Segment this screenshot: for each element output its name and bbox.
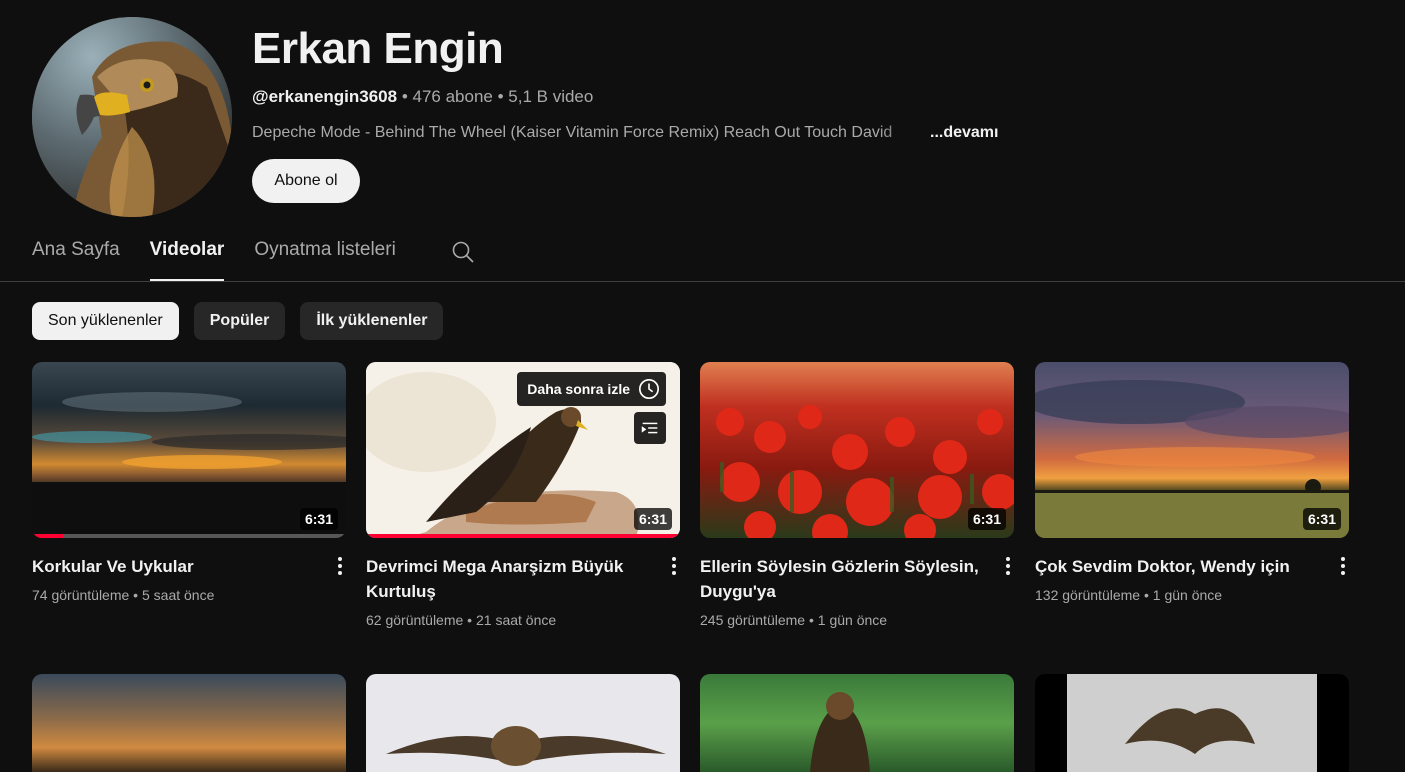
video-stats: 62 görüntüleme • 21 saat önce xyxy=(366,612,556,628)
chip-latest[interactable]: Son yüklenenler xyxy=(32,302,179,340)
video-count: 5,1 B video xyxy=(508,87,594,106)
clock-icon xyxy=(639,379,659,399)
video-thumbnail[interactable]: 6:31 xyxy=(32,362,346,538)
chip-popular[interactable]: Popüler xyxy=(193,302,286,340)
video-card[interactable]: 6:31 Ellerin Söylesin Gözlerin Söylesin,… xyxy=(700,362,1014,628)
more-options-icon[interactable] xyxy=(1337,554,1349,578)
video-thumbnail[interactable] xyxy=(1035,674,1349,772)
search-icon[interactable] xyxy=(451,240,475,264)
view-count: 245 görüntüleme xyxy=(700,612,806,628)
eagle-avatar-image xyxy=(32,17,232,217)
channel-description[interactable]: Depeche Mode - Behind The Wheel (Kaiser … xyxy=(252,124,932,142)
stats-separator: • xyxy=(1140,587,1153,603)
upload-age: 5 saat önce xyxy=(141,587,215,603)
watch-later-label: Daha sonra izle xyxy=(527,381,630,397)
video-card[interactable]: 6:31 Çok Sevdim Doktor, Wendy için 132 g… xyxy=(1035,362,1349,603)
video-thumbnail[interactable] xyxy=(32,674,346,772)
tab-playlists[interactable]: Oynatma listeleri xyxy=(254,239,396,281)
video-thumbnail[interactable]: 6:31 xyxy=(1035,362,1349,538)
upload-age: 1 gün önce xyxy=(1152,587,1223,603)
video-title[interactable]: Çok Sevdim Doktor, Wendy için xyxy=(1035,554,1315,579)
video-duration: 6:31 xyxy=(633,508,672,530)
view-count: 62 görüntüleme xyxy=(366,612,464,628)
video-title[interactable]: Korkular Ve Uykular xyxy=(32,554,312,579)
channel-name: Erkan Engin xyxy=(252,24,504,73)
meta-separator: • xyxy=(492,87,509,106)
view-count: 132 görüntüleme xyxy=(1035,587,1141,603)
watch-later-button[interactable]: Daha sonra izle xyxy=(517,372,666,406)
tab-videos[interactable]: Videolar xyxy=(149,239,224,281)
add-to-queue-icon[interactable] xyxy=(634,412,666,444)
video-thumbnail[interactable]: 6:31 xyxy=(700,362,1014,538)
video-card[interactable]: 6:31 Korkular Ve Uykular 74 görüntüleme … xyxy=(32,362,346,603)
upload-age: 21 saat önce xyxy=(475,612,557,628)
watch-progress xyxy=(366,534,680,538)
video-duration: 6:31 xyxy=(1302,508,1341,530)
video-card[interactable]: 6:31 Daha sonra izle Devrimci Mega Anarş… xyxy=(366,362,680,628)
channel-avatar xyxy=(32,17,232,217)
video-thumbnail[interactable] xyxy=(366,674,680,772)
video-title[interactable]: Ellerin Söylesin Gözlerin Söylesin, Duyg… xyxy=(700,554,980,604)
upload-age: 1 gün önce xyxy=(817,612,888,628)
meta-separator: • xyxy=(397,87,413,106)
more-options-icon[interactable] xyxy=(1002,554,1014,578)
more-options-icon[interactable] xyxy=(668,554,680,578)
view-count: 74 görüntüleme xyxy=(32,587,130,603)
subscriber-count: 476 abone xyxy=(412,87,493,106)
tab-home[interactable]: Ana Sayfa xyxy=(32,239,120,281)
description-more-link[interactable]: ...devamı xyxy=(930,124,998,142)
video-thumbnail[interactable]: 6:31 Daha sonra izle xyxy=(366,362,680,538)
watch-progress-fill xyxy=(32,534,64,538)
stats-separator: • xyxy=(805,612,818,628)
more-options-icon[interactable] xyxy=(334,554,346,578)
video-stats: 132 görüntüleme • 1 gün önce xyxy=(1035,587,1222,603)
stats-separator: • xyxy=(129,587,142,603)
watch-progress-fill xyxy=(366,534,680,538)
video-title[interactable]: Devrimci Mega Anarşizm Büyük Kurtuluş xyxy=(366,554,646,604)
tabs-divider xyxy=(0,281,1405,282)
stats-separator: • xyxy=(463,612,476,628)
video-duration: 6:31 xyxy=(299,508,338,530)
channel-tabs: Ana Sayfa Videolar Oynatma listeleri xyxy=(32,239,426,281)
sort-chips: Son yüklenenler Popüler İlk yüklenenler xyxy=(32,302,458,340)
watch-progress xyxy=(32,534,346,538)
channel-meta: @erkanengin3608 • 476 abone • 5,1 B vide… xyxy=(252,87,593,107)
channel-handle: @erkanengin3608 xyxy=(252,87,398,106)
chip-oldest[interactable]: İlk yüklenenler xyxy=(300,302,444,340)
video-stats: 74 görüntüleme • 5 saat önce xyxy=(32,587,214,603)
video-duration: 6:31 xyxy=(967,508,1006,530)
subscribe-button[interactable]: Abone ol xyxy=(252,159,360,203)
video-thumbnail[interactable] xyxy=(700,674,1014,772)
video-stats: 245 görüntüleme • 1 gün önce xyxy=(700,612,887,628)
